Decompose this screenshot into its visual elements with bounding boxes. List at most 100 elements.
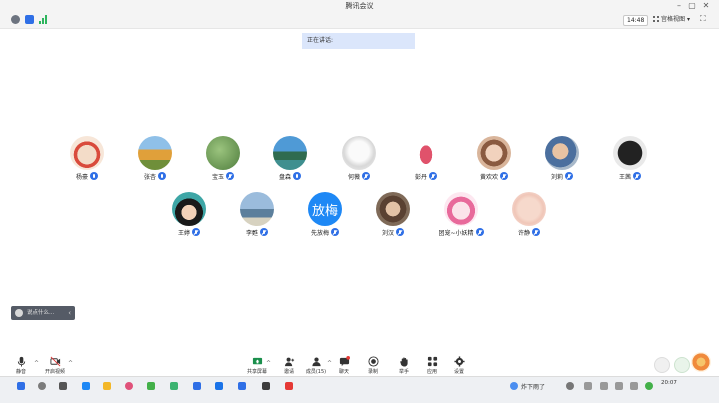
mic-icon[interactable] [293, 172, 301, 180]
chat-quick-input[interactable]: 说点什么... ‹ [11, 306, 75, 320]
avatar [512, 192, 546, 226]
task-view-icon[interactable] [59, 382, 67, 390]
search-icon[interactable] [38, 382, 46, 390]
record-label: 录制 [367, 369, 378, 375]
participant-name: 刘汉 [381, 230, 394, 237]
app-icon[interactable] [285, 382, 293, 390]
edge-icon[interactable] [82, 382, 90, 390]
mic-muted-icon[interactable] [226, 172, 234, 180]
tray-icon[interactable] [566, 382, 574, 390]
chevron-left-icon[interactable]: ‹ [68, 306, 71, 320]
share-options-caret[interactable]: ^ [266, 360, 271, 367]
participant-name: 盘森 [278, 174, 291, 181]
apps-button[interactable]: 应用 [418, 356, 446, 376]
video-options-caret[interactable]: ^ [68, 360, 73, 367]
avatar-initials: 放梅 [308, 192, 342, 226]
tray-icon[interactable] [615, 382, 623, 390]
record-button[interactable]: 录制 [359, 356, 387, 376]
window-title: 腾讯会议 [345, 2, 374, 10]
tray-icon[interactable] [584, 382, 592, 390]
mute-options-caret[interactable]: ^ [34, 360, 39, 367]
avatar [376, 192, 410, 226]
plugin-icon[interactable] [674, 357, 690, 373]
mic-muted-icon[interactable] [192, 228, 200, 236]
emoji-icon[interactable] [15, 309, 23, 317]
participant-name: 先放梅 [310, 230, 329, 237]
video-label: 开启视频 [44, 369, 65, 375]
mic-muted-icon[interactable] [475, 228, 484, 236]
avatar [444, 192, 478, 226]
participant-name: 何薇 [347, 174, 360, 181]
invite-button[interactable]: 邀请 [275, 356, 303, 376]
avatar [613, 136, 647, 170]
invite-label: 邀请 [283, 369, 294, 375]
video-button[interactable]: 开启视频 [41, 356, 69, 376]
mic-muted-icon[interactable] [565, 172, 573, 180]
tray-icon[interactable] [600, 382, 608, 390]
title-bar: 腾讯会议 – ▢ ✕ [0, 0, 719, 12]
speaking-indicator: 正在讲话: [302, 33, 415, 49]
participant-name: 王婷 [177, 230, 190, 237]
taskbar: 炸下雨了 20:07 [0, 376, 719, 403]
start-icon[interactable] [17, 382, 25, 390]
app-icon[interactable] [215, 382, 223, 390]
participant-name: 王茜 [618, 174, 631, 181]
avatar [240, 192, 274, 226]
info-icon[interactable] [11, 15, 20, 24]
mic-muted-icon[interactable] [429, 172, 437, 180]
mic-icon[interactable] [158, 172, 166, 180]
invite-icon [284, 357, 294, 367]
mic-muted-icon[interactable] [362, 172, 370, 180]
chat-placeholder: 说点什么... [27, 310, 55, 316]
mic-muted-icon[interactable] [331, 228, 339, 236]
participant-name: 李甦 [245, 230, 258, 237]
meeting-app-icon[interactable] [238, 382, 246, 390]
wechat-icon[interactable] [147, 382, 155, 390]
meeting-info-bar: 14:48 宫格视图 ▾ ⛶ [0, 12, 719, 29]
view-label: 宫格视图 [661, 16, 686, 23]
app-icon[interactable] [262, 382, 270, 390]
avatar [138, 136, 172, 170]
close-button[interactable]: ✕ [701, 1, 711, 10]
mic-muted-icon[interactable] [260, 228, 268, 236]
apps-label: 应用 [426, 369, 437, 375]
grid-view-button[interactable]: 宫格视图 ▾ [651, 15, 692, 24]
app-icon[interactable] [170, 382, 178, 390]
word-icon[interactable] [193, 382, 201, 390]
maximize-button[interactable]: ▢ [687, 1, 697, 10]
mic-muted-icon[interactable] [633, 172, 641, 180]
tray-icon[interactable] [645, 382, 653, 390]
signal-icon[interactable] [39, 15, 48, 24]
minimize-button[interactable]: – [674, 1, 684, 10]
participant-name: 许静 [517, 230, 530, 237]
settings-button[interactable]: 设置 [445, 356, 473, 376]
weather-status-text[interactable]: 炸下雨了 [521, 382, 545, 391]
snail-mascot-icon[interactable] [691, 352, 711, 372]
reaction-icon[interactable] [654, 357, 670, 373]
participant-name: 杨豪 [75, 174, 88, 181]
members-button[interactable]: 成员(15) [302, 356, 330, 376]
apps-grid-icon [427, 356, 437, 367]
folder-icon[interactable] [103, 382, 111, 390]
gear-icon [453, 356, 465, 367]
mic-icon[interactable] [90, 172, 98, 180]
chat-icon [339, 356, 350, 367]
avatar [273, 136, 307, 170]
mic-muted-icon[interactable] [500, 172, 508, 180]
shield-icon[interactable] [25, 15, 34, 24]
fullscreen-icon[interactable]: ⛶ [700, 15, 708, 23]
raise-hand-button[interactable]: 举手 [390, 356, 418, 376]
clock[interactable]: 20:07 [661, 380, 677, 386]
weather-icon[interactable] [510, 382, 518, 390]
participant-name: 张杏 [143, 174, 156, 181]
mic-muted-icon[interactable] [396, 228, 404, 236]
members-label: 成员(15) [305, 369, 327, 375]
participant-name: 彭丹 [414, 174, 427, 181]
chat-button[interactable]: 聊天 [330, 356, 358, 376]
mute-button[interactable]: 静音 [7, 356, 35, 376]
grid-icon [653, 16, 659, 22]
browser-icon[interactable] [125, 382, 133, 390]
tray-icon[interactable] [630, 382, 638, 390]
mic-muted-icon[interactable] [532, 228, 540, 236]
participant-name: 刘莉 [550, 174, 563, 181]
